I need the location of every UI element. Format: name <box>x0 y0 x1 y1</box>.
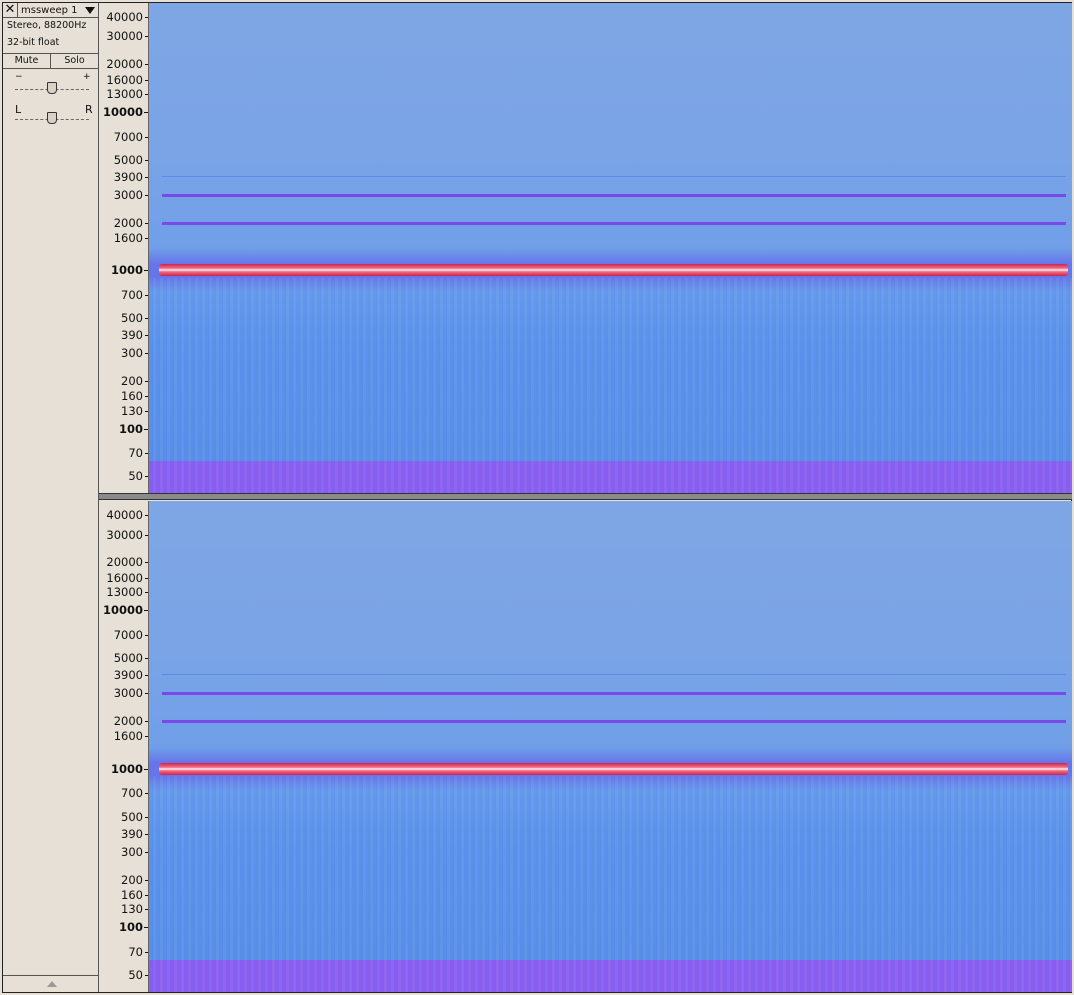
frequency-tick-label: 3000 <box>113 686 143 701</box>
frequency-tick-label: 70 <box>128 446 143 461</box>
spectrogram-noise-texture <box>149 277 1072 493</box>
frequency-tick-label: 5000 <box>113 152 143 167</box>
frequency-tick-label: 200 <box>121 373 143 388</box>
frequency-tick-label: 130 <box>121 902 143 917</box>
frequency-tick-label: 100 <box>118 920 143 935</box>
harmonic-line <box>162 175 1066 177</box>
harmonic-line <box>162 193 1066 197</box>
frequency-tick-label: 500 <box>121 310 143 325</box>
frequency-tick-label: 20000 <box>106 555 143 570</box>
frequency-tick-label: 1000 <box>110 263 143 278</box>
frequency-tick-label: 700 <box>121 287 143 302</box>
frequency-tick-label: 2000 <box>113 714 143 729</box>
frequency-tick-label: 20000 <box>106 57 143 72</box>
frequency-ruler-right-channel: 40000 30000 20000 16000 13000 10000 7000 5000 39… <box>99 501 149 992</box>
frequency-tick-label: 160 <box>121 389 143 404</box>
frequency-tick-label: 3900 <box>113 169 143 184</box>
frequency-tick-label: 500 <box>121 809 143 824</box>
spectrogram-left-channel[interactable] <box>149 3 1072 493</box>
track-name-menu[interactable]: mssweep 1 <box>21 3 78 18</box>
frequency-tick-label: 390 <box>121 328 143 342</box>
frequency-tick-label: 5000 <box>113 650 143 665</box>
harmonic-line <box>162 674 1066 676</box>
frequency-tick-label: 50 <box>128 469 143 484</box>
frequency-tick-label: 2000 <box>113 215 143 230</box>
frequency-tick-label: 1600 <box>113 729 143 744</box>
frequency-tick-label: 7000 <box>113 627 143 642</box>
fundamental-tone-line <box>159 264 1068 277</box>
frequency-tick-label: 40000 <box>106 9 143 24</box>
frequency-tick-label: 300 <box>121 844 143 859</box>
close-track-button[interactable]: ✕ <box>3 3 18 18</box>
frequency-tick-label: 200 <box>121 872 143 887</box>
frequency-tick-label: 16000 <box>106 72 143 87</box>
fundamental-tone-line <box>159 762 1068 775</box>
track-title-bar: ✕ mssweep 1 <box>3 3 98 18</box>
gain-minus-label: − <box>15 72 23 82</box>
harmonic-line <box>162 692 1066 696</box>
track-format-rate: Stereo, 88200Hz <box>7 20 87 31</box>
spectrogram-right-channel[interactable] <box>149 501 1072 992</box>
track-format-bits: 32-bit float <box>7 37 60 48</box>
frequency-tick-label: 300 <box>121 346 143 361</box>
frequency-tick-label: 40000 <box>106 507 143 522</box>
frequency-ruler-left-channel: 40000 30000 20000 16000 13000 10000 7000 5000 39… <box>99 3 149 493</box>
frequency-tick-label: 10000 <box>102 603 143 618</box>
frequency-tick-label: 130 <box>121 403 143 418</box>
pan-right-label: R <box>85 103 93 116</box>
collapse-track-button[interactable] <box>3 975 98 992</box>
harmonic-line <box>162 221 1066 225</box>
track-menu-arrow-icon[interactable] <box>85 7 95 14</box>
frequency-tick-label: 160 <box>121 888 143 903</box>
collapse-arrow-icon <box>47 981 57 987</box>
frequency-tick-label: 100 <box>118 421 143 436</box>
frequency-tick-label: 10000 <box>102 105 143 119</box>
frequency-tick-label: 50 <box>128 968 143 983</box>
spectrogram-noise-texture <box>149 776 1072 992</box>
frequency-tick-label: 1000 <box>110 761 143 776</box>
mute-button[interactable]: Mute <box>3 54 51 68</box>
frequency-tick-label: 30000 <box>106 29 143 44</box>
pan-slider-thumb[interactable] <box>47 112 57 124</box>
frequency-tick-label: 3000 <box>113 187 143 202</box>
pan-left-label: L <box>15 103 22 116</box>
frequency-tick-label: 3900 <box>113 668 143 683</box>
frequency-tick-label: 16000 <box>106 570 143 585</box>
frequency-tick-label: 70 <box>128 945 143 960</box>
frequency-tick-label: 7000 <box>113 129 143 144</box>
track-control-panel: ✕ mssweep 1 Stereo, 88200Hz 32-bit float… <box>3 3 99 992</box>
frequency-tick-label: 390 <box>121 826 143 841</box>
harmonic-line <box>162 720 1066 724</box>
frequency-tick-label: 700 <box>121 786 143 801</box>
channel-divider[interactable] <box>99 493 1072 500</box>
frequency-tick-label: 30000 <box>106 527 143 542</box>
solo-button[interactable]: Solo <box>51 54 98 68</box>
frequency-tick-label: 13000 <box>106 585 143 600</box>
mute-solo-row: Mute Solo <box>3 53 98 69</box>
frequency-tick-label: 13000 <box>106 86 143 101</box>
frequency-tick-label: 1600 <box>113 230 143 245</box>
gain-plus-label: + <box>83 72 91 82</box>
gain-slider-thumb[interactable] <box>47 82 57 94</box>
